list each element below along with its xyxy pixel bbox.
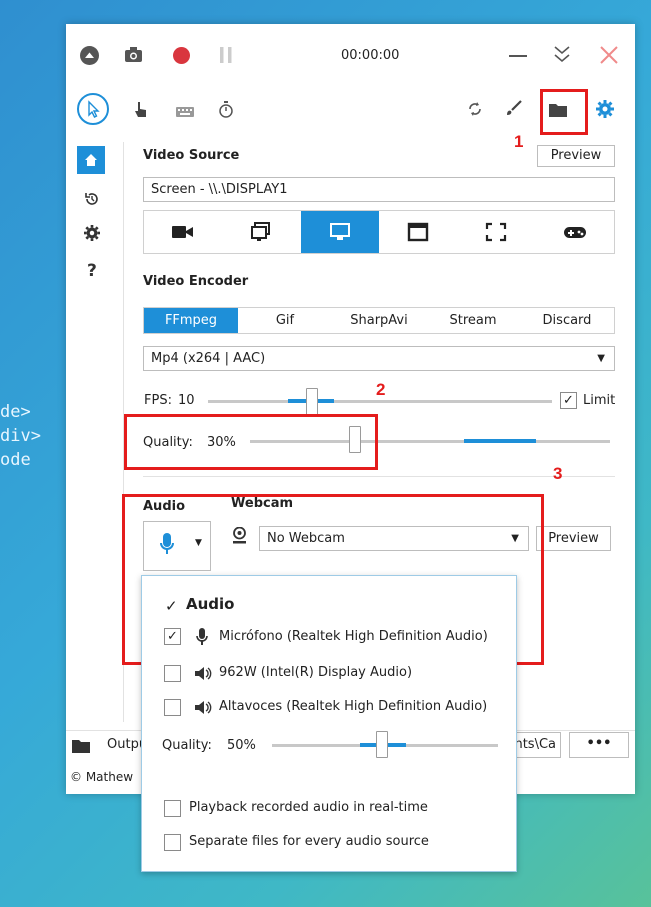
app-logo-icon[interactable] [80, 46, 99, 65]
audio-source-label-1: 962W (Intel(R) Display Audio) [219, 665, 413, 680]
audio-quality-label: Quality: [162, 738, 212, 753]
encoder-tabs: FFmpeg Gif SharpAvi Stream Discard [143, 307, 615, 334]
pause-button[interactable] [219, 46, 233, 68]
playback-label: Playback recorded audio in real-time [189, 800, 428, 815]
speaker-icon [194, 700, 212, 719]
close-button[interactable] [599, 45, 619, 69]
sidebar-item-help[interactable]: ? [87, 261, 97, 281]
annotation-label-3: 3 [553, 464, 563, 483]
popup-audio-header: Audio [186, 595, 235, 613]
brush-icon[interactable] [505, 99, 523, 121]
video-source-preview-button[interactable]: Preview [537, 145, 615, 167]
keyboard-icon[interactable] [176, 106, 194, 121]
camera-icon[interactable] [124, 46, 143, 67]
window-source-option[interactable] [222, 211, 300, 253]
encoder-tab-gif[interactable]: Gif [238, 308, 332, 333]
audio-source-checkbox-0[interactable]: ✓ [164, 628, 181, 645]
output-more-button[interactable]: ••• [569, 732, 629, 758]
fps-slider-track[interactable] [208, 400, 552, 403]
collapse-chevron-icon[interactable] [553, 44, 571, 68]
format-dropdown-value: Mp4 (x264 | AAC) [151, 351, 266, 366]
record-button[interactable] [173, 47, 190, 64]
settings-gear-icon[interactable] [596, 100, 614, 122]
minimize-button[interactable] [509, 55, 527, 57]
timer-icon[interactable] [218, 100, 234, 123]
background-code-text: de> div> ode [0, 402, 41, 470]
audio-source-label-2: Altavoces (Realtek High Definition Audio… [219, 699, 488, 714]
video-source-heading: Video Source [143, 148, 240, 163]
encoder-tab-stream[interactable]: Stream [426, 308, 520, 333]
microphone-icon [196, 628, 208, 650]
webcam-preview-button[interactable]: Preview [536, 526, 611, 551]
audio-source-label-0: Micrófono (Realtek High Definition Audio… [219, 629, 488, 644]
fps-label: FPS: [144, 393, 172, 408]
limit-label: Limit [583, 393, 616, 408]
encoder-tab-sharpavi[interactable]: SharpAvi [332, 308, 426, 333]
output-folder-icon[interactable] [72, 738, 90, 757]
chevron-down-icon: ▼ [597, 353, 605, 364]
audio-sources-popup: ✓ Audio ✓ Micrófono (Realtek High Defini… [141, 575, 517, 872]
separate-files-checkbox[interactable] [164, 834, 181, 851]
quality-slider-fill [464, 439, 536, 443]
audio-quality-value: 50% [227, 738, 256, 753]
refresh-icon[interactable] [467, 100, 483, 122]
encoder-tab-ffmpeg[interactable]: FFmpeg [144, 308, 238, 333]
footer-copyright: © Mathew [70, 770, 134, 784]
playback-checkbox[interactable] [164, 800, 181, 817]
fullscreen-window-option[interactable] [379, 211, 457, 253]
highlight-box-2 [124, 414, 378, 470]
webcam-source-option[interactable] [144, 211, 222, 253]
fps-value: 10 [178, 393, 195, 408]
fps-slider-thumb[interactable] [306, 388, 318, 415]
separate-files-label: Separate files for every audio source [189, 834, 429, 849]
audio-quality-slider-thumb[interactable] [376, 731, 388, 758]
screen-source-option[interactable] [300, 211, 379, 253]
audio-source-checkbox-1[interactable] [164, 665, 181, 682]
cursor-tool-button[interactable] [77, 93, 109, 125]
highlight-box-1 [540, 89, 588, 135]
video-source-type-bar [143, 210, 615, 254]
encoder-tab-discard[interactable]: Discard [520, 308, 614, 333]
limit-checkbox[interactable]: ✓ [560, 392, 577, 409]
section-divider [143, 476, 615, 477]
annotation-label-2: 2 [376, 380, 386, 399]
audio-source-checkbox-2[interactable] [164, 699, 181, 716]
screen-source-field[interactable]: Screen - \\.\DISPLAY1 [143, 177, 615, 202]
sidebar-item-history[interactable] [84, 191, 100, 211]
sidebar-item-settings[interactable] [84, 225, 100, 245]
video-encoder-heading: Video Encoder [143, 274, 249, 289]
recording-timer: 00:00:00 [341, 48, 400, 63]
gamepad-source-option[interactable] [536, 211, 614, 253]
annotation-label-1: 1 [514, 132, 524, 151]
popup-audio-header-checkbox[interactable]: ✓ [165, 597, 178, 615]
hand-click-icon[interactable] [133, 100, 149, 124]
region-source-option[interactable] [457, 211, 535, 253]
format-dropdown[interactable]: Mp4 (x264 | AAC) ▼ [143, 346, 615, 371]
speaker-icon [194, 666, 212, 685]
sidebar-item-home[interactable] [77, 146, 105, 174]
